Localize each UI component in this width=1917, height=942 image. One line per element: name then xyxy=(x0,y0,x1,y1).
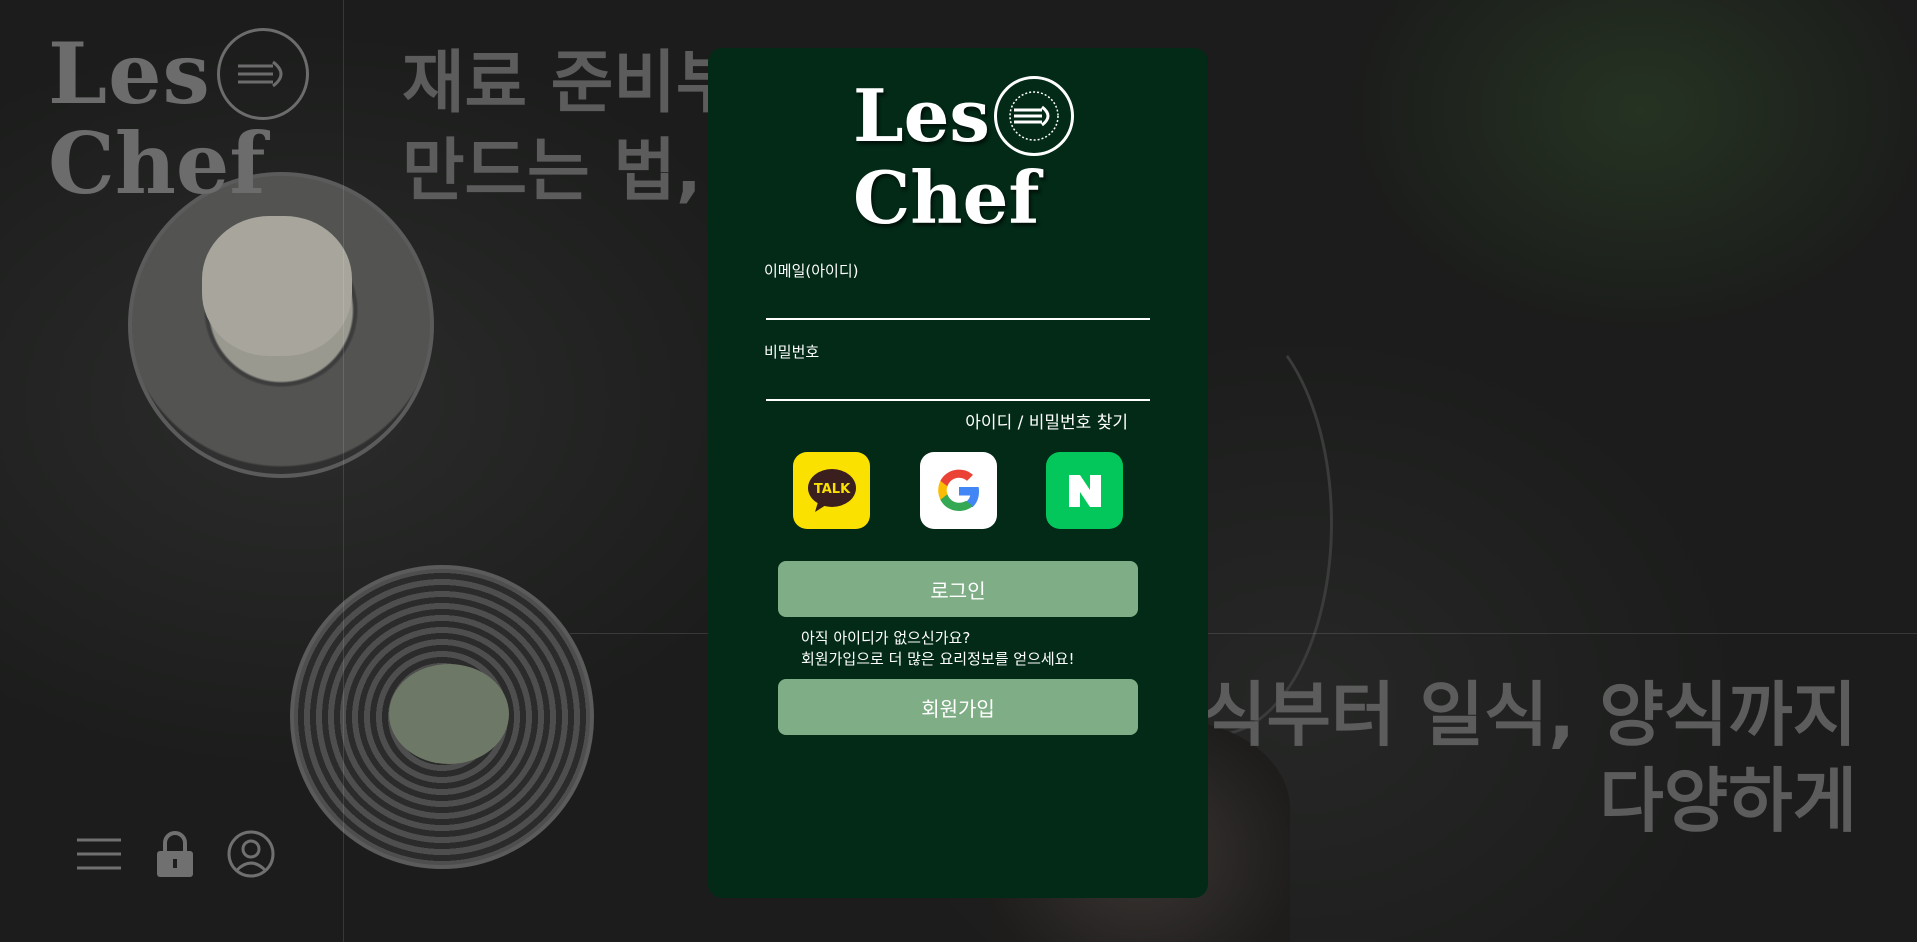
user-icon[interactable] xyxy=(227,830,275,878)
find-id-password-link[interactable]: 아이디 / 비밀번호 찾기 xyxy=(965,408,1128,433)
naver-login-button[interactable] xyxy=(1046,452,1123,529)
svg-text:TALK: TALK xyxy=(813,482,850,497)
logo-line1: Les xyxy=(48,24,211,123)
bottom-nav xyxy=(75,830,275,878)
naver-n-icon xyxy=(1068,474,1101,507)
login-modal: Les Chef 이메일(아이디) 비밀번호 아이디 / 비밀번호 찾기 TAL… xyxy=(708,48,1208,898)
plate-wasabi xyxy=(290,565,594,869)
menu-icon[interactable] xyxy=(75,830,123,878)
lock-icon[interactable] xyxy=(151,830,199,878)
logo-line1: Les xyxy=(853,73,990,158)
password-label: 비밀번호 xyxy=(764,343,820,361)
utensils-icon xyxy=(993,76,1074,156)
email-label: 이메일(아이디) xyxy=(764,262,859,280)
email-input[interactable] xyxy=(766,286,1150,320)
login-button[interactable]: 로그인 xyxy=(778,561,1138,617)
background-headline-bottom: 식부터 일식, 양식까지 다양하게 xyxy=(1202,674,1857,842)
signup-message: 아직 아이디가 없으신가요? 회원가입으로 더 많은 요리정보를 얻으세요! xyxy=(801,629,1075,668)
signup-button[interactable]: 회원가입 xyxy=(778,679,1138,735)
google-icon xyxy=(937,469,979,511)
password-input[interactable] xyxy=(766,367,1150,401)
google-login-button[interactable] xyxy=(920,452,997,529)
plate-ginger xyxy=(128,172,434,478)
background-logo[interactable]: Les Chef xyxy=(48,28,309,206)
divider-vertical xyxy=(343,0,344,942)
logo-line2: Chef xyxy=(853,155,1040,240)
utensils-icon xyxy=(216,28,309,120)
logo[interactable]: Les Chef xyxy=(853,76,1074,234)
logo-line2: Chef xyxy=(48,114,266,213)
background-headline-top: 재료 준비부 만드는 법, xyxy=(402,44,739,211)
kakao-login-button[interactable]: TALK xyxy=(793,452,870,529)
kakao-talk-icon: TALK xyxy=(807,468,856,512)
